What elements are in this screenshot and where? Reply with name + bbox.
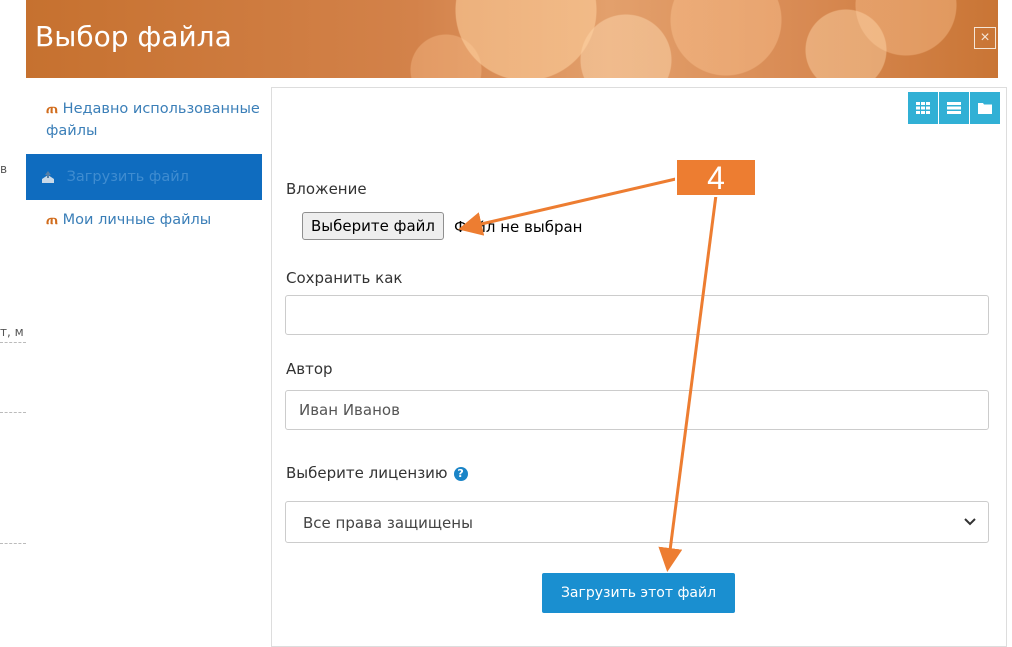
save-as-label: Сохранить как (286, 269, 403, 287)
background-divider (0, 543, 26, 544)
license-label: Выберите лицензию? (286, 464, 468, 482)
chevron-down-icon (964, 518, 976, 526)
license-label-text: Выберите лицензию (286, 464, 448, 482)
list-view-icon (947, 102, 961, 114)
dialog-header: Выбор файла × (26, 0, 998, 78)
sidebar-item-recent-files[interactable]: ጠ Недавно использованные файлы (26, 98, 262, 142)
background-text-fragment: в (0, 162, 8, 176)
help-icon[interactable]: ? (453, 466, 468, 481)
attachment-label: Вложение (286, 180, 367, 198)
view-toggle (908, 92, 1000, 124)
background-text-fragment: т, м (0, 325, 24, 339)
no-file-chosen-text: Файл не выбран (454, 218, 583, 236)
file-picker-panel: Вложение Выберите файл Файл не выбран Со… (271, 87, 1007, 647)
license-select[interactable]: Все права защищены (285, 501, 989, 543)
author-label: Автор (286, 360, 333, 378)
close-icon[interactable]: × (974, 27, 996, 49)
sidebar-item-label: Загрузить файл (66, 169, 189, 185)
annotation-step-badge: 4 (675, 158, 757, 197)
author-label-text: Автор (286, 360, 333, 378)
moodle-icon: ጠ (46, 101, 59, 117)
moodle-icon: ጠ (46, 212, 59, 228)
save-as-input[interactable] (285, 295, 989, 335)
grid-view-icon (916, 102, 930, 114)
upload-this-file-button[interactable]: Загрузить этот файл (542, 573, 735, 613)
dialog-title: Выбор файла (35, 20, 232, 53)
background-divider (0, 342, 26, 343)
folder-view-icon (978, 103, 992, 114)
folder-view-button[interactable] (969, 92, 1000, 124)
list-view-button[interactable] (938, 92, 969, 124)
author-input[interactable] (285, 390, 989, 430)
sidebar-item-private-files[interactable]: ጠ Мои личные файлы (26, 212, 262, 228)
grid-view-button[interactable] (908, 92, 938, 124)
sidebar-item-upload-file[interactable]: Загрузить файл (26, 154, 262, 200)
license-selected-value: Все права защищены (303, 514, 473, 532)
background-divider (0, 412, 26, 413)
choose-file-button[interactable]: Выберите файл (302, 212, 444, 240)
upload-icon (42, 171, 54, 183)
sidebar-item-label: Мои личные файлы (62, 212, 212, 228)
sidebar-item-label: Недавно использованные файлы (46, 101, 260, 139)
